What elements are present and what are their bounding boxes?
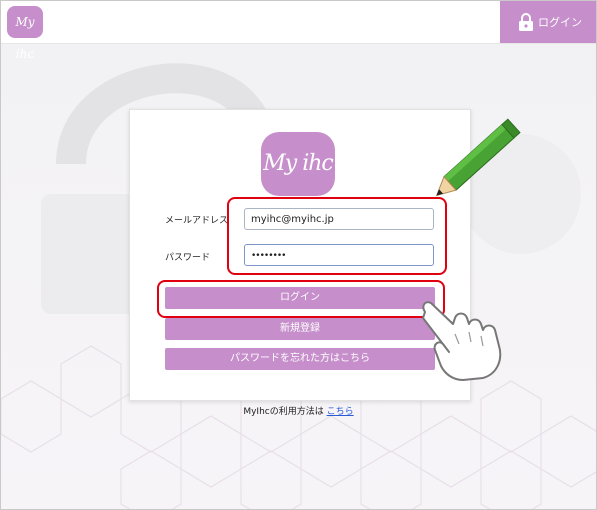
- pointing-hand-icon: [422, 301, 502, 381]
- password-label: パスワード: [165, 253, 211, 263]
- help-text: MyIhcの利用方法は: [243, 407, 324, 417]
- pencil-icon: [435, 118, 521, 197]
- register-button[interactable]: 新規登録: [165, 318, 435, 340]
- login-highlight-box: [157, 280, 445, 318]
- input-highlight-box: [227, 197, 447, 275]
- brand-logo: My ihc: [261, 132, 335, 196]
- top-header: My ihc ログイン: [1, 1, 596, 61]
- header-logo[interactable]: My ihc: [7, 6, 43, 61]
- lock-icon: [519, 13, 533, 31]
- help-line: MyIhcの利用方法は こちら: [1, 404, 596, 417]
- header-login-label: ログイン: [538, 16, 582, 29]
- forgot-password-button[interactable]: パスワードを忘れた方はこちら: [165, 348, 435, 370]
- email-label: メールアドレス: [165, 216, 229, 226]
- page: My ihc ログイン My ihc メールアドレス myihc@myihc.j…: [0, 0, 597, 510]
- header-login-button[interactable]: ログイン: [500, 1, 596, 43]
- help-link[interactable]: こちら: [327, 407, 354, 417]
